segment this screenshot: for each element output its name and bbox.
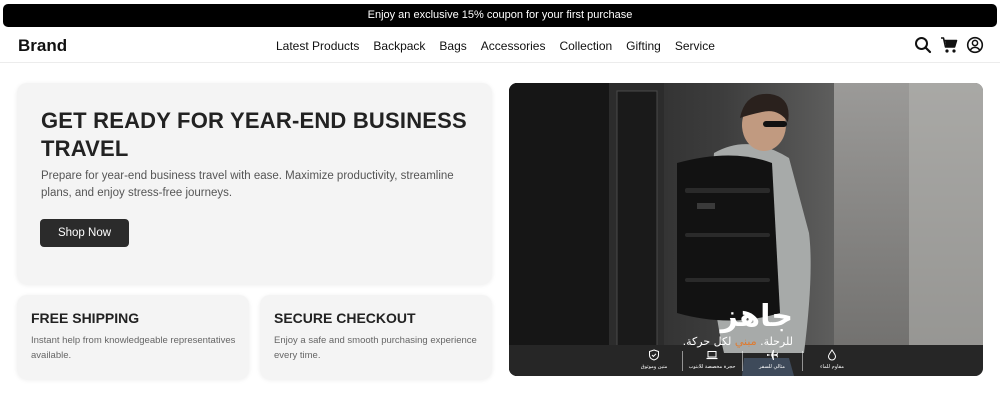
nav-collection[interactable]: Collection — [559, 39, 612, 53]
nav-gifting[interactable]: Gifting — [626, 39, 661, 53]
banner-subtitle-suffix: لكل حركة. — [682, 335, 735, 348]
nav-latest-products[interactable]: Latest Products — [276, 39, 359, 53]
shield-icon — [649, 349, 659, 361]
banner-feature-label: متين وموثوق — [640, 364, 668, 370]
hero-description: Prepare for year-end business travel wit… — [41, 170, 454, 199]
account-icon[interactable] — [966, 36, 984, 54]
laptop-icon — [706, 351, 718, 360]
nav-backpack[interactable]: Backpack — [373, 39, 425, 53]
banner-feature: متين وموثوق — [629, 349, 679, 370]
site-header: Brand Latest Products Backpack Bags Acce… — [0, 29, 1000, 63]
banner-feature-label: مقاوم للماء — [820, 364, 844, 370]
banner-headline: جاهز — [720, 299, 793, 334]
banner-feature: مقاوم للماء — [807, 349, 857, 370]
announcement-bar: Enjoy an exclusive 15% coupon for your f… — [3, 4, 997, 27]
divider — [742, 351, 743, 371]
brand-logo[interactable]: Brand — [18, 36, 67, 56]
banner-feature: مثالي للسفر — [747, 349, 797, 370]
cart-icon[interactable] — [940, 36, 958, 54]
banner-subtitle-prefix: للرحلة. — [756, 335, 793, 348]
nav-bags[interactable]: Bags — [439, 39, 466, 53]
banner-feature-label: حجرة مخصصة للابتوب — [688, 364, 736, 370]
banner-subtitle: للرحلة. مبني لكل حركة. — [683, 335, 793, 348]
search-icon[interactable] — [914, 36, 932, 54]
announcement-text: Enjoy an exclusive 15% coupon for your f… — [367, 9, 633, 21]
feature-description: Enjoy a safe and smooth purchasing exper… — [274, 335, 477, 361]
nav-service[interactable]: Service — [675, 39, 715, 53]
hero-title: GET READY FOR YEAR-END BUSINESS TRAVEL — [41, 108, 467, 161]
shop-now-button[interactable]: Shop Now — [40, 219, 129, 247]
plane-icon — [767, 350, 778, 360]
header-icons — [906, 36, 984, 54]
hero-card: GET READY FOR YEAR-END BUSINESS TRAVEL P… — [17, 83, 492, 284]
water-drop-icon — [827, 349, 837, 361]
feature-title: SECURE CHECKOUT — [274, 310, 416, 326]
divider — [802, 351, 803, 371]
nav-accessories[interactable]: Accessories — [481, 39, 546, 53]
banner-subtitle-accent: مبني — [734, 335, 757, 348]
main-nav: Latest Products Backpack Bags Accessorie… — [276, 39, 715, 53]
hero-banner-image[interactable]: جاهز للرحلة. مبني لكل حركة. متين وموثوق … — [509, 83, 983, 376]
feature-title: FREE SHIPPING — [31, 310, 140, 326]
divider — [682, 351, 683, 371]
banner-feature-icons: متين وموثوق حجرة مخصصة للابتوب مثالي للس… — [629, 349, 849, 373]
feature-description: Instant help from knowledgeable represen… — [31, 335, 236, 361]
feature-card-checkout: SECURE CHECKOUT Enjoy a safe and smooth … — [260, 295, 492, 379]
feature-card-shipping: FREE SHIPPING Instant help from knowledg… — [17, 295, 249, 379]
banner-feature: حجرة مخصصة للابتوب — [687, 349, 737, 370]
banner-feature-label: مثالي للسفر — [759, 364, 785, 370]
